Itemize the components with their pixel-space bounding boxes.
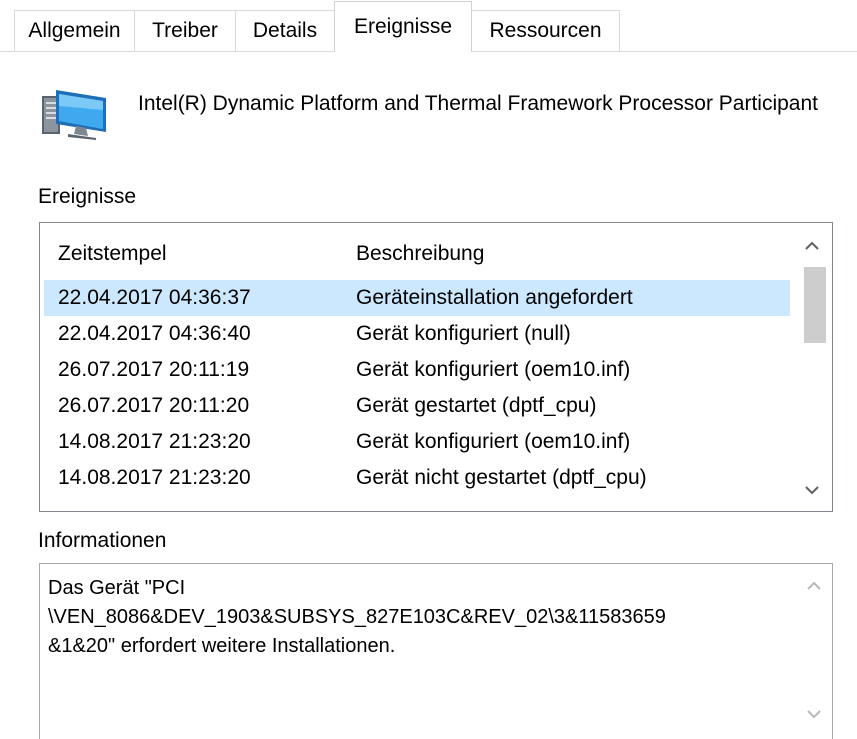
tab-allgemein[interactable]: Allgemein xyxy=(14,10,135,51)
event-description: Geräteinstallation angefordert xyxy=(356,286,633,309)
event-row[interactable]: 22.04.2017 04:36:40 Gerät konfiguriert (… xyxy=(44,316,790,352)
event-description: Gerät konfiguriert (oem10.inf) xyxy=(356,358,631,381)
tab-ereignisse[interactable]: Ereignisse xyxy=(334,1,472,52)
information-textbox[interactable]: Das Gerät "PCI \VEN_8086&DEV_1903&SUBSYS… xyxy=(39,563,833,739)
chevron-up-icon[interactable] xyxy=(806,578,822,595)
column-header-timestamp[interactable]: Zeitstempel xyxy=(58,240,167,268)
tab-strip: Allgemein Treiber Details Ereignisse Res… xyxy=(0,0,857,52)
tab-ressourcen[interactable]: Ressourcen xyxy=(471,10,620,51)
event-timestamp: 26.07.2017 20:11:19 xyxy=(58,358,250,381)
event-timestamp: 26.07.2017 20:11:20 xyxy=(58,394,250,417)
event-row[interactable]: 14.08.2017 21:23:20 Gerät nicht gestarte… xyxy=(44,460,790,496)
event-row[interactable]: 26.07.2017 20:11:19 Gerät konfiguriert (… xyxy=(44,352,790,388)
event-list[interactable]: Zeitstempel Beschreibung 22.04.2017 04:3… xyxy=(39,222,833,512)
event-list-scrollbar[interactable] xyxy=(792,223,832,511)
device-properties-dialog: Allgemein Treiber Details Ereignisse Res… xyxy=(0,0,857,739)
chevron-down-icon[interactable] xyxy=(806,706,822,723)
event-timestamp: 14.08.2017 21:23:20 xyxy=(58,430,251,453)
chevron-up-icon[interactable] xyxy=(792,229,832,265)
information-group-label: Informationen xyxy=(38,529,167,552)
event-row[interactable]: 22.04.2017 04:36:37 Geräteinstallation a… xyxy=(44,280,790,316)
event-timestamp: 22.04.2017 04:36:37 xyxy=(58,286,251,309)
event-row[interactable]: 26.07.2017 20:11:20 Gerät gestartet (dpt… xyxy=(44,388,790,424)
event-timestamp: 22.04.2017 04:36:40 xyxy=(58,322,251,345)
device-name: Intel(R) Dynamic Platform and Thermal Fr… xyxy=(138,92,818,115)
event-description: Gerät nicht gestartet (dptf_cpu) xyxy=(356,466,647,489)
events-group-label: Ereignisse xyxy=(38,185,137,208)
column-header-description[interactable]: Beschreibung xyxy=(356,240,484,268)
information-text: Das Gerät "PCI \VEN_8086&DEV_1903&SUBSYS… xyxy=(48,577,666,657)
event-row[interactable]: 14.08.2017 21:23:20 Gerät konfiguriert (… xyxy=(44,424,790,460)
event-description: Gerät konfiguriert (null) xyxy=(356,322,571,345)
monitor-computer-icon xyxy=(40,88,110,140)
chevron-down-icon[interactable] xyxy=(792,473,832,509)
tab-treiber[interactable]: Treiber xyxy=(134,10,236,51)
event-description: Gerät gestartet (dptf_cpu) xyxy=(356,394,597,417)
tab-details[interactable]: Details xyxy=(235,10,335,51)
event-description: Gerät konfiguriert (oem10.inf) xyxy=(356,430,631,453)
scroll-thumb[interactable] xyxy=(804,267,826,343)
event-timestamp: 14.08.2017 21:23:20 xyxy=(58,466,251,489)
